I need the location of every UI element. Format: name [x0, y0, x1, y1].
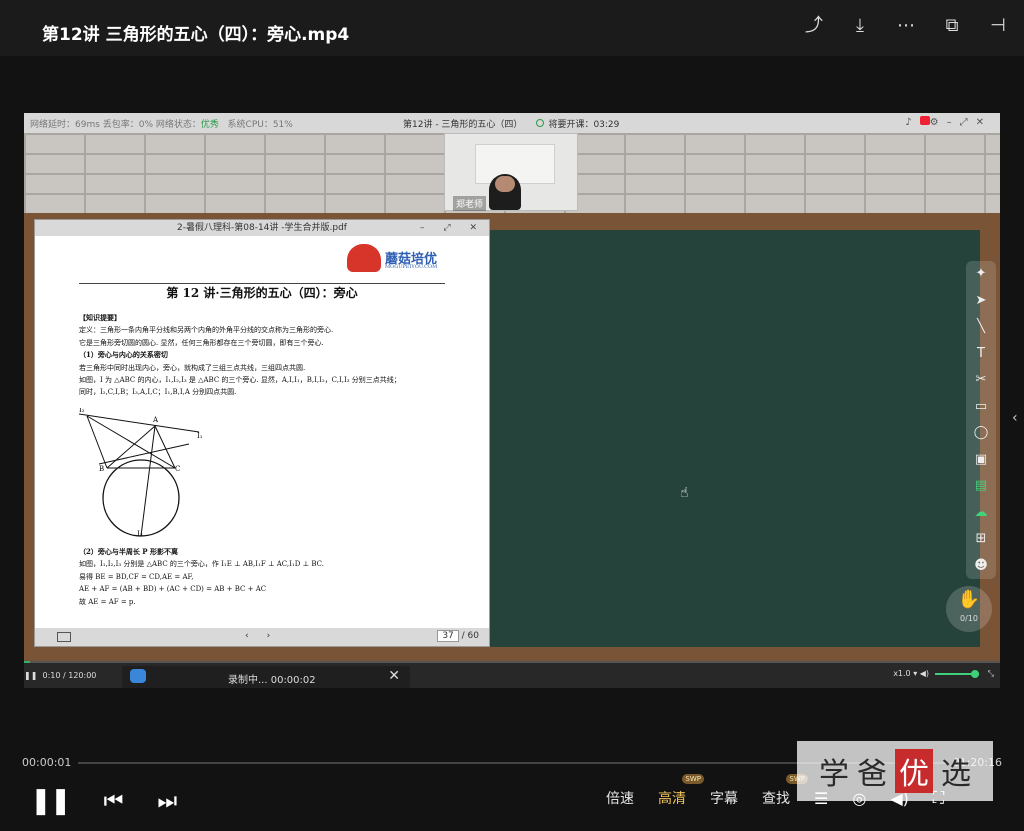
next-icon[interactable]: ⏭ [157, 789, 177, 814]
svg-text:I₃: I₃ [137, 530, 143, 538]
pdf-titlebar: 2-暑假八理科-第08-14讲 -学生合并版.pdf – ⤢ ✕ [35, 220, 489, 236]
current-time: 00:00:01 [22, 756, 72, 769]
window-controls: ♪ ⚙–⤢✕ [905, 116, 992, 128]
pdf-page: 蘑菇培优 MOGUPEIYOU.COM 第 12 讲·三角形的五心（四）：旁心 … [35, 236, 489, 612]
volume-icon: ◀) [919, 669, 930, 678]
pause-icon[interactable]: ❚❚ [30, 786, 72, 816]
svg-text:C: C [175, 465, 180, 473]
speed-button[interactable]: 倍速 [606, 788, 634, 808]
svg-text:B: B [99, 465, 104, 473]
class-title: 第12讲 - 三角形的五心（四） 将要开课：03:29 [403, 119, 620, 130]
pdf-heading: 第 12 讲·三角形的五心（四）：旁心 [166, 286, 358, 300]
scissors-icon[interactable]: ✂ [966, 367, 996, 394]
svg-text:A: A [152, 416, 159, 424]
sidebar-toggle-icon[interactable] [57, 632, 71, 642]
svg-text:I₂: I₂ [79, 408, 85, 414]
pdf-window-buttons: – ⤢ ✕ [420, 223, 485, 233]
share-icon[interactable]: ⤴ [802, 14, 826, 38]
camera-icon [130, 669, 146, 683]
text-icon[interactable]: T [966, 341, 996, 368]
inner-pause-icon: ❚❚ [24, 671, 38, 680]
previous-icon[interactable]: ⏮ [104, 789, 124, 814]
quality-button[interactable]: 高清 SWP [658, 774, 704, 808]
svg-text:I₁: I₁ [197, 432, 203, 440]
raise-hand-button[interactable]: ✋ 0/10 [946, 586, 992, 632]
whiteboard-toolbar: ✦ ➤ ╲ T ✂ ▭ ◯ ▣ ▤ ☁ ⊞ ☻ [966, 261, 996, 579]
shape-icon[interactable]: ◯ [966, 420, 996, 447]
recording-indicator: 录制中... 00:00:02 ✕ [122, 666, 410, 688]
pdf-viewer[interactable]: 2-暑假八理科-第08-14讲 -学生合并版.pdf – ⤢ ✕ 蘑菇培优 MO… [34, 219, 490, 647]
chalkboard [490, 230, 980, 647]
teacher-camera: 郑老师 [444, 133, 578, 211]
record-icon [919, 116, 930, 125]
download-icon[interactable]: ⤓ [848, 14, 872, 38]
search-button[interactable]: 查找SWP [762, 774, 808, 808]
inner-right-controls: x1.0 ▾ ◀) ⤡ [893, 669, 994, 678]
select-icon[interactable]: ➤ [966, 288, 996, 315]
laser-pointer-icon[interactable]: ✦ [966, 261, 996, 288]
video-title: 第12讲 三角形的五心（四）：旁心.mp4 [42, 25, 350, 45]
volume-slider[interactable] [935, 669, 980, 678]
chat-icon[interactable]: ▤ [966, 473, 996, 500]
clock-icon [536, 119, 545, 127]
geometry-figure: I₂ A I₁ B C I₃ [79, 408, 203, 538]
exit-icon[interactable]: ⊣ [986, 14, 1010, 38]
network-status: 网络延时：69ms 丢包率：0% 网络状态：优秀 系统CPU：51% [30, 120, 293, 130]
inner-progress[interactable] [24, 661, 1000, 663]
title-bar: 第12讲 三角形的五心（四）：旁心.mp4 ⤴ ⤓ ⋯ ⧉ ⊣ [0, 0, 1024, 56]
page-nav[interactable]: ‹› [245, 631, 288, 641]
gear-icon: ⚙ [929, 117, 947, 128]
playback-controls: ❚❚ ⏮ ⏭ [30, 786, 177, 816]
hand-icon: ✋ [957, 589, 981, 610]
toolbox-icon[interactable]: ⊞ [966, 526, 996, 553]
minimize-icon: – [946, 117, 960, 128]
close-icon: ✕ [975, 117, 992, 128]
pdf-text-2: （2）旁心与半周长 P 形影不离 如图，I₁,I₂,I₃ 分别是 △ABC 的三… [79, 547, 324, 606]
cloud-icon[interactable]: ☁ [966, 500, 996, 527]
mogu-logo: 蘑菇培优 MOGUPEIYOU.COM [347, 244, 447, 274]
swp-badge: SWP [682, 774, 704, 784]
inner-time: ❚❚ 0:10 / 120:00 [24, 671, 97, 680]
teacher-name: 郑老师 [453, 196, 487, 211]
image-icon[interactable]: ▣ [966, 447, 996, 474]
close-recording-icon[interactable]: ✕ [388, 668, 400, 684]
page-indicator: 37 / 60 [437, 630, 479, 642]
pdf-text: 【知识提要】 定义：三角形一条内角平分线和另两个内角的外角平分线的交点称为三角形… [79, 313, 401, 397]
classroom-status-bar: 网络延时：69ms 丢包率：0% 网络状态：优秀 系统CPU：51% 第12讲 … [24, 113, 1000, 133]
students-icon[interactable]: ☻ [966, 553, 996, 580]
maximize-icon: ⤢ [959, 117, 976, 128]
pdf-footer: ‹› 37 / 60 [35, 628, 489, 646]
mushroom-icon [347, 244, 381, 272]
pen-icon[interactable]: ╲ [966, 314, 996, 341]
inner-player-controls: ❚❚ 0:10 / 120:00 录制中... 00:00:02 ✕ x1.0 … [24, 661, 1000, 688]
bell-icon: ♪ [905, 117, 920, 128]
top-icons: ⤴ ⤓ ⋯ ⧉ ⊣ [802, 14, 1010, 38]
watermark: 学 爸 优 选 [797, 741, 993, 801]
pip-icon[interactable]: ⧉ [940, 14, 964, 38]
more-icon[interactable]: ⋯ [894, 14, 918, 38]
side-chevron-icon[interactable]: ‹ [1012, 410, 1018, 426]
eraser-icon[interactable]: ▭ [966, 394, 996, 421]
hand-cursor-icon: ☝ [680, 485, 689, 501]
video-frame[interactable]: 网络延时：69ms 丢包率：0% 网络状态：优秀 系统CPU：51% 第12讲 … [24, 113, 1000, 688]
subtitle-button[interactable]: 字幕 [710, 788, 738, 808]
fullscreen-icon[interactable]: ⤡ [988, 669, 994, 678]
